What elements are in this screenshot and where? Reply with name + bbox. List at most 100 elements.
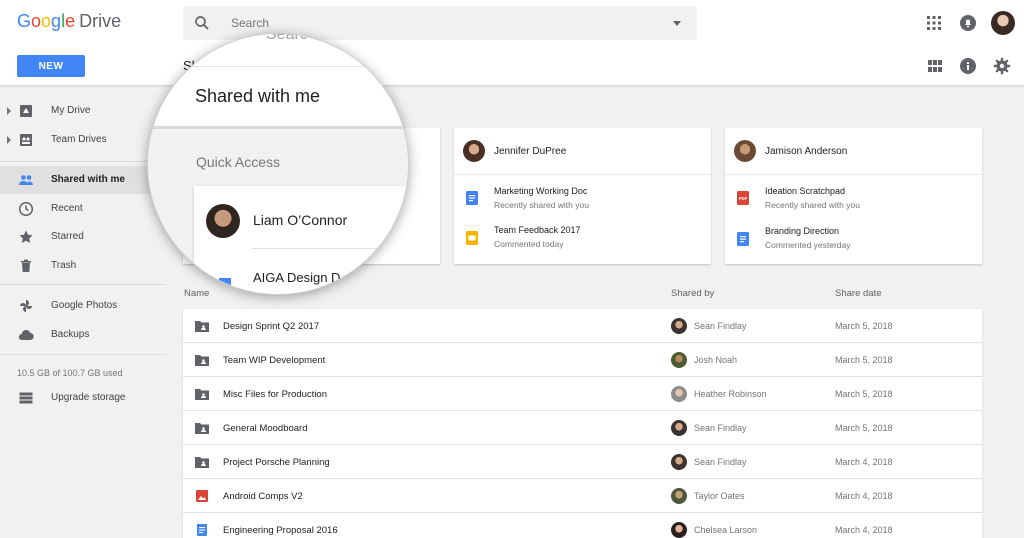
file-title[interactable]: AIGA Design D [253,270,340,285]
shared-folder-icon [195,457,209,468]
file-status: Commented today [494,239,564,249]
sidebar-item-shared-with-me[interactable]: Shared with me [0,166,166,194]
shared-by: Chelsea Larson [694,525,758,535]
google-docs-icon [219,278,231,292]
trash-icon [21,259,31,272]
search-options-icon[interactable] [673,21,681,26]
sharer-avatar [671,454,687,470]
file-name: Misc Files for Production [223,389,328,400]
google-docs-icon [197,524,207,536]
shared-folder-icon [195,321,209,332]
file-name: General Moodboard [223,423,308,434]
file-name: Engineering Proposal 2016 [223,525,338,536]
sidebar-item-label: Team Drives [51,134,107,145]
sharer-avatar [671,352,687,368]
sharer-avatar [671,318,687,334]
file-title[interactable]: Team Feedback 2017 [494,225,581,235]
pdf-icon: PDF [737,191,749,205]
upgrade-storage-link[interactable]: Upgrade storage [0,384,166,412]
magnified-page-title: Shared with me [195,86,321,106]
table-row[interactable]: Android Comps V2 Taylor Oates March 4, 2… [183,479,982,513]
shared-by: Josh Noah [694,355,738,365]
table-row[interactable]: Misc Files for Production Heather Robins… [183,377,982,411]
file-name: Team WIP Development [223,355,326,366]
info-icon[interactable] [959,57,977,75]
team-drives-icon [20,134,32,146]
star-icon [19,230,33,243]
shared-folder-icon [195,355,209,366]
person-avatar [734,140,756,162]
share-date: March 5, 2018 [835,423,893,433]
sidebar-item-google-photos[interactable]: Google Photos [0,292,166,320]
storage-bars-icon [19,392,33,404]
sidebar-item-label: My Drive [51,105,91,116]
storage-usage-text: 10.5 GB of 100.7 GB used [17,368,123,378]
shared-by: Taylor Oates [694,491,745,501]
sharer-avatar [671,420,687,436]
file-title[interactable]: Marketing Working Doc [494,186,587,196]
search-input[interactable]: Search [231,16,269,30]
share-date: March 5, 2018 [835,355,893,365]
sidebar-item-label: Starred [51,231,84,242]
magnified-search-text: Searc [266,33,308,43]
magnified-quick-access-card[interactable]: Liam O’Connor AIGA Design D [194,186,408,294]
settings-gear-icon[interactable] [993,57,1011,75]
column-header-shared-by[interactable]: Shared by [671,288,714,299]
magnified-divider [148,66,408,67]
table-row[interactable]: Design Sprint Q2 2017 Sean Findlay March… [183,309,982,343]
top-app-bar: Google Drive Search [0,0,1024,46]
apps-grid-icon[interactable] [924,13,944,33]
column-header-share-date[interactable]: Share date [835,288,881,299]
sidebar-item-trash[interactable]: Trash [0,252,166,280]
share-date: March 4, 2018 [835,491,893,501]
expand-arrow-icon[interactable] [7,136,11,144]
file-title[interactable]: Ideation Scratchpad [765,186,845,196]
card-divider [454,174,711,175]
search-icon[interactable] [193,14,211,32]
sidebar-item-label: Trash [51,260,77,271]
sharer-avatar [671,488,687,504]
file-name: Android Comps V2 [223,491,303,502]
card-divider [252,248,408,249]
person-avatar [463,140,485,162]
upgrade-storage-label: Upgrade storage [51,392,126,403]
table-row[interactable]: Engineering Proposal 2016 Chelsea Larson… [183,513,982,538]
shared-by: Sean Findlay [694,321,747,331]
sidebar-divider [0,161,166,162]
svg-text:PDF: PDF [739,196,748,201]
account-avatar[interactable] [991,11,1015,35]
sharer-avatar [671,522,687,538]
image-file-icon [196,490,208,502]
card-divider [725,174,982,175]
sidebar-item-label: Recent [51,203,83,214]
expand-arrow-icon[interactable] [7,107,11,115]
table-row[interactable]: General Moodboard Sean Findlay March 5, … [183,411,982,445]
sidebar-item-label: Shared with me [51,174,125,185]
sidebar-item-label: Google Photos [51,300,118,311]
new-button[interactable]: NEW [17,55,85,77]
quick-access-card[interactable]: Jamison Anderson PDF Ideation Scratchpad… [725,128,982,264]
sidebar-item-recent[interactable]: Recent [0,195,166,223]
quick-access-heading: Quick Access [196,154,281,170]
table-row[interactable]: Team WIP Development Josh Noah March 5, … [183,343,982,377]
grid-view-icon[interactable] [926,57,944,75]
sidebar-item-starred[interactable]: Starred [0,223,166,251]
file-title[interactable]: Branding Direction [765,226,839,236]
shared-by: Heather Robinson [694,389,767,399]
shared-folder-icon [195,389,209,400]
shared-by: Sean Findlay [694,457,747,467]
quick-access-card[interactable]: Jennifer DuPree Marketing Working Doc Re… [454,128,711,264]
google-drive-logo[interactable]: Google Drive [17,11,121,32]
sidebar-item-my-drive[interactable]: My Drive [0,97,166,125]
table-row[interactable]: Project Porsche Planning Sean Findlay Ma… [183,445,982,479]
sidebar-item-team-drives[interactable]: Team Drives [0,126,166,154]
shared-by: Sean Findlay [694,423,747,433]
sidebar-divider [0,354,166,355]
person-avatar [206,204,240,238]
photos-pinwheel-icon [20,300,32,312]
file-status: Recently shared with you [765,200,860,210]
share-date: March 4, 2018 [835,457,893,467]
sidebar-item-backups[interactable]: Backups [0,321,166,349]
magnifier-callout: Searc Shared with me Quick Access Liam O… [147,33,409,295]
notifications-icon[interactable] [958,13,978,33]
